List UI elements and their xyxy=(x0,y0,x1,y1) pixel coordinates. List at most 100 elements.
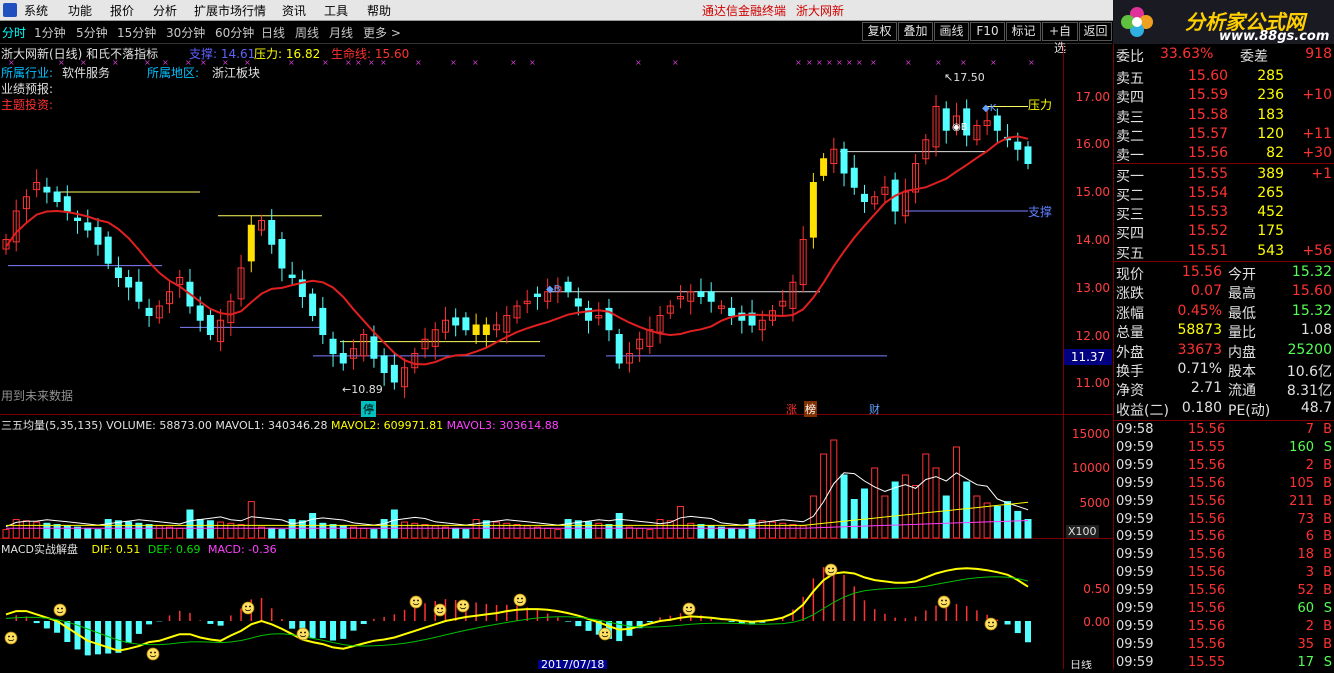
tick-volume: 7 xyxy=(1306,422,1314,437)
kline-chart[interactable]: ×××××××××××××××××××××××××××××××××××× xyxy=(0,44,1063,669)
volume-bar xyxy=(453,528,459,538)
period-60min[interactable]: 60分钟 xyxy=(215,24,254,41)
period-timeshare[interactable]: 分时 xyxy=(2,24,26,41)
volume-bar xyxy=(974,496,980,538)
period-month[interactable]: 月线 xyxy=(329,24,353,41)
volume-bar xyxy=(146,525,152,538)
volume-bar xyxy=(115,521,121,538)
stat-key: 最高 xyxy=(1228,283,1256,303)
price-tick: 17.00 xyxy=(1064,90,1110,104)
tick-price: 15.56 xyxy=(1188,422,1225,437)
bid-price: 15.54 xyxy=(1188,185,1228,201)
candle xyxy=(606,299,612,341)
candle xyxy=(657,306,663,344)
menu-function[interactable]: 功能 xyxy=(68,2,92,19)
ask-change: +10 xyxy=(1302,87,1332,103)
menu-ext-market[interactable]: 扩展市场行情 xyxy=(194,2,266,19)
menu-news[interactable]: 资讯 xyxy=(282,2,306,19)
tick-volume: 211 xyxy=(1289,494,1314,509)
bid-level-row[interactable]: 买二15.54265 xyxy=(1116,185,1334,204)
signal-x: × xyxy=(806,58,813,67)
bid-level-row[interactable]: 买四15.52175 xyxy=(1116,223,1334,242)
bid-price: 15.55 xyxy=(1188,166,1228,182)
ask-change: +11 xyxy=(1302,126,1332,142)
period-week[interactable]: 周线 xyxy=(295,24,319,41)
signal-x: × xyxy=(905,58,912,67)
volume-bar xyxy=(718,527,724,538)
menu-quote[interactable]: 报价 xyxy=(110,2,134,19)
candle xyxy=(534,287,540,310)
candle xyxy=(463,312,469,335)
app-icon[interactable] xyxy=(3,3,17,17)
period-15min[interactable]: 15分钟 xyxy=(117,24,156,41)
signal-x: × xyxy=(200,58,207,67)
draw-button[interactable]: 画线 xyxy=(934,22,969,41)
ask-price: 15.57 xyxy=(1188,126,1228,142)
mark-button[interactable]: 标记 xyxy=(1006,22,1041,41)
bid-label: 买二 xyxy=(1116,185,1144,205)
volume-bar xyxy=(790,525,796,538)
period-day[interactable]: 日线 xyxy=(261,24,285,41)
period-1min[interactable]: 1分钟 xyxy=(34,24,66,41)
ask-label: 卖五 xyxy=(1116,68,1144,88)
macd-bar xyxy=(136,621,142,634)
candle xyxy=(923,134,929,164)
macd-bar xyxy=(330,621,336,641)
f10-button[interactable]: F10 xyxy=(970,22,1005,41)
menu-system[interactable]: 系统 xyxy=(24,2,48,19)
tick-side: B xyxy=(1323,637,1332,652)
ask-level-row[interactable]: 卖四15.59236+10 xyxy=(1116,87,1334,106)
signal-x: × xyxy=(635,58,642,67)
macd-bar xyxy=(146,621,152,624)
bid-level-row[interactable]: 买一15.55389+1 xyxy=(1116,166,1334,185)
volume-bar xyxy=(514,525,520,538)
period-5min[interactable]: 5分钟 xyxy=(76,24,108,41)
tick-time: 09:59 xyxy=(1116,476,1153,491)
site-logo: 分析家公式网 www.88gs.com xyxy=(1113,0,1334,44)
tick-volume: 18 xyxy=(1297,547,1314,562)
limit-up-marker: 涨 xyxy=(786,401,797,417)
volume-bar xyxy=(953,447,959,538)
volume-bar xyxy=(524,526,530,538)
menu-help[interactable]: 帮助 xyxy=(367,2,391,19)
volume-bar xyxy=(606,525,612,538)
candle xyxy=(647,316,653,354)
menu-tools[interactable]: 工具 xyxy=(324,2,348,19)
bottom-period-tab[interactable]: 日线 xyxy=(1070,660,1092,669)
tick-side: B xyxy=(1323,476,1332,491)
macd-bar xyxy=(586,621,592,631)
overlay-button[interactable]: 叠加 xyxy=(898,22,933,41)
period-more[interactable]: 更多 > xyxy=(363,24,401,41)
bid-level-row[interactable]: 买五15.51543+56 xyxy=(1116,243,1334,262)
volume-tick: 15000 xyxy=(1060,427,1110,441)
menu-analysis[interactable]: 分析 xyxy=(153,2,177,19)
ask-level-row[interactable]: 卖一15.5682+30 xyxy=(1116,145,1334,164)
volume-bar xyxy=(54,525,60,538)
candle xyxy=(248,216,254,273)
volume-bar xyxy=(361,528,367,538)
lifeline-curve xyxy=(6,136,1028,364)
candle xyxy=(44,178,50,204)
volume-bar xyxy=(1025,520,1031,538)
signal-x: × xyxy=(380,58,387,67)
ask-level-row[interactable]: 卖二15.57120+11 xyxy=(1116,126,1334,145)
quote-stat-row: 涨跌0.07最高15.60 xyxy=(1116,283,1334,302)
ask-label: 卖三 xyxy=(1116,107,1144,127)
mavol2-value: MAVOL2: 609971.81 xyxy=(331,419,443,432)
candle xyxy=(749,300,755,333)
ask-level-row[interactable]: 卖五15.60285 xyxy=(1116,68,1334,87)
macd-tick: 0.50 xyxy=(1060,582,1110,596)
ask-volume: 82 xyxy=(1266,145,1284,161)
candle xyxy=(340,340,346,370)
period-30min[interactable]: 30分钟 xyxy=(166,24,205,41)
date-tag: 2017/07/18 xyxy=(538,660,607,669)
back-button[interactable]: 返回 xyxy=(1079,22,1112,41)
ask-level-row[interactable]: 卖三15.58183 xyxy=(1116,107,1334,126)
flower-icon xyxy=(1119,4,1155,40)
volume-bar xyxy=(187,510,193,538)
add-watchlist-button[interactable]: +自选 xyxy=(1042,22,1078,41)
bid-level-row[interactable]: 买三15.53452 xyxy=(1116,204,1334,223)
candle xyxy=(821,153,827,181)
stat-key: 净资 xyxy=(1116,380,1144,400)
fuquan-button[interactable]: 复权 xyxy=(862,22,897,41)
